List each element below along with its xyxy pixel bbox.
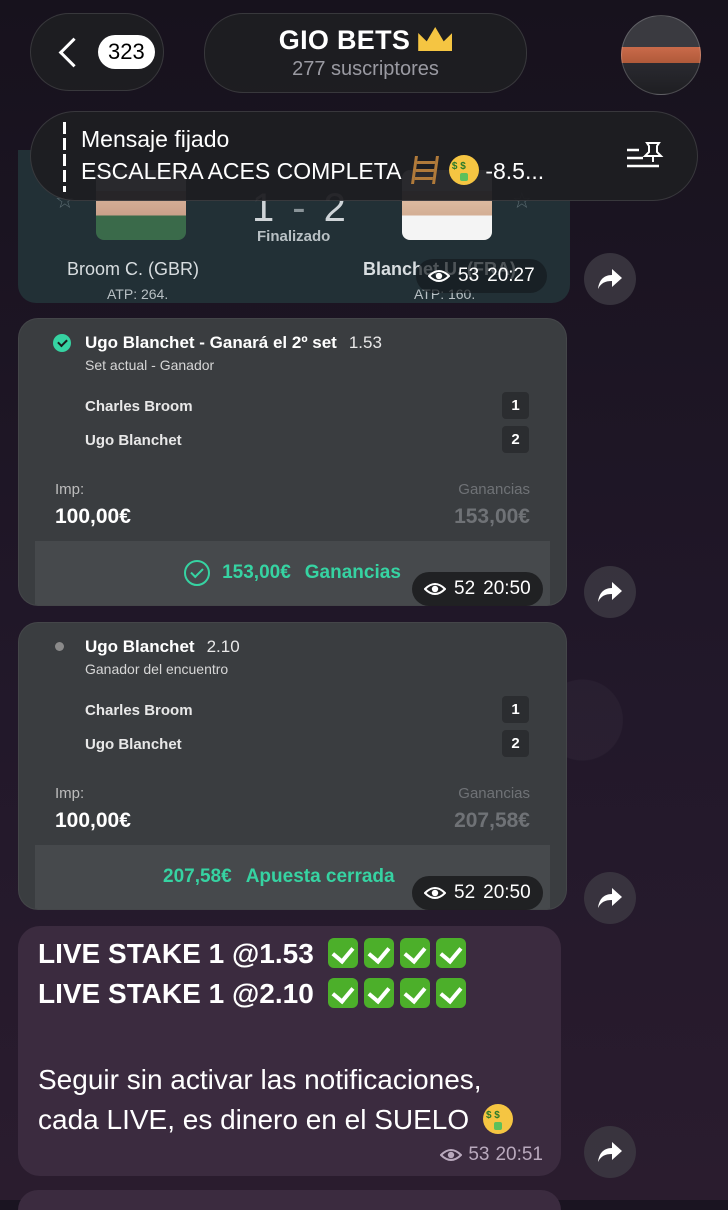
text-message-bubble[interactable]: LIVE STAKE 1 @1.53 LIVE STAKE 1 @2.10 Se… xyxy=(18,926,561,1176)
view-count: 52 xyxy=(454,578,476,599)
next-message-bubble[interactable] xyxy=(18,1190,561,1210)
winnings-label: Ganancias xyxy=(458,785,530,802)
bet-card-1[interactable]: Ugo Blanchet - Ganará el 2º set 1.53 Set … xyxy=(18,318,567,606)
view-count: 53 xyxy=(468,1144,490,1165)
eye-icon xyxy=(440,1149,463,1161)
player-row: Charles Broom xyxy=(85,702,193,719)
view-count: 53 xyxy=(458,265,480,286)
player-left-rank: ATP: 264. xyxy=(107,286,169,302)
check-mark-icon xyxy=(399,937,430,968)
check-mark-icon xyxy=(363,937,394,968)
back-button[interactable]: 323 xyxy=(30,13,164,91)
check-mark-icon xyxy=(327,977,358,1008)
message-meta: 52 20:50 xyxy=(412,572,543,606)
message-meta: 52 20:50 xyxy=(412,876,543,910)
message-line: cada LIVE, es dinero en el SUELO xyxy=(38,1103,513,1137)
bet-odds: 1.53 xyxy=(348,333,382,352)
stake-value: 100,00€ xyxy=(55,809,131,832)
message-time: 20:51 xyxy=(495,1144,543,1165)
bet-title: Ugo Blanchet - Ganará el 2º set xyxy=(85,333,337,352)
share-icon xyxy=(598,582,622,602)
footer-amount: 207,58€ xyxy=(163,866,232,887)
bet-market: Set actual - Ganador xyxy=(85,357,215,373)
view-count: 52 xyxy=(454,882,476,903)
player-row: Ugo Blanchet xyxy=(85,736,182,753)
check-mark-icon xyxy=(363,977,394,1008)
message-meta: 53 20:51 xyxy=(440,1144,543,1166)
check-mark-icon xyxy=(327,937,358,968)
eye-icon xyxy=(428,270,450,282)
message-meta: 53 20:27 xyxy=(416,259,547,293)
bet-header: Ugo Blanchet 2.10 xyxy=(85,637,240,657)
message-time: 20:27 xyxy=(487,265,535,286)
player-row: Ugo Blanchet xyxy=(85,432,182,449)
money-face-icon xyxy=(482,1103,513,1134)
player-number: 2 xyxy=(502,730,529,757)
crown-icon xyxy=(418,27,453,51)
subscriber-count: 277 suscriptores xyxy=(292,58,439,80)
share-button[interactable] xyxy=(584,253,636,305)
share-button[interactable] xyxy=(584,872,636,924)
bet-title: Ugo Blanchet xyxy=(85,637,195,656)
bet-card-2[interactable]: Ugo Blanchet 2.10 Ganador del encuentro C… xyxy=(18,622,567,910)
message-time: 20:50 xyxy=(483,578,531,599)
pinned-title: Mensaje fijado xyxy=(81,126,230,152)
match-status: Finalizado xyxy=(257,228,331,245)
player-number: 2 xyxy=(502,426,529,453)
winnings-label: Ganancias xyxy=(458,481,530,498)
eye-icon xyxy=(424,583,446,595)
message-line: LIVE STAKE 1 @1.53 xyxy=(38,937,466,971)
stake-value: 100,00€ xyxy=(55,505,131,528)
channel-header[interactable]: GIO BETS 277 suscriptores xyxy=(204,13,527,93)
player-row: Charles Broom xyxy=(85,398,193,415)
footer-amount: 153,00€ xyxy=(222,562,291,583)
check-mark-icon xyxy=(399,977,430,1008)
unread-badge: 323 xyxy=(98,35,155,69)
player-number: 1 xyxy=(502,696,529,723)
player-number: 1 xyxy=(502,392,529,419)
eye-icon xyxy=(424,887,446,899)
check-circle-icon xyxy=(184,560,211,586)
message-line: LIVE STAKE 1 @2.10 xyxy=(38,977,466,1011)
back-chevron-icon xyxy=(58,37,89,67)
message-line: Seguir sin activar las notificaciones, xyxy=(38,1064,482,1095)
share-button[interactable] xyxy=(584,566,636,618)
pinned-message-bar[interactable]: Mensaje fijado ESCALERA ACES COMPLETA -8… xyxy=(30,111,698,201)
check-mark-icon xyxy=(435,937,466,968)
pin-list-icon[interactable] xyxy=(625,140,665,174)
share-button[interactable] xyxy=(584,1126,636,1178)
won-check-icon xyxy=(53,334,71,352)
footer-label: Ganancias xyxy=(304,562,401,583)
share-icon xyxy=(598,1142,622,1162)
footer-label: Apuesta cerrada xyxy=(245,866,395,887)
share-icon xyxy=(598,888,622,908)
ladder-icon xyxy=(410,156,439,184)
share-icon xyxy=(598,269,622,289)
check-mark-icon xyxy=(435,977,466,1008)
channel-avatar[interactable] xyxy=(621,15,701,95)
money-face-icon xyxy=(448,155,479,185)
bet-market: Ganador del encuentro xyxy=(85,661,229,677)
winnings-value: 153,00€ xyxy=(454,505,530,528)
winnings-value: 207,58€ xyxy=(454,809,530,832)
stake-label: Imp: xyxy=(55,785,85,802)
stake-label: Imp: xyxy=(55,481,85,498)
pending-dot-icon xyxy=(55,642,64,651)
bet-header: Ugo Blanchet - Ganará el 2º set 1.53 xyxy=(85,333,382,353)
channel-title: GIO BETS xyxy=(279,25,453,56)
message-time: 20:50 xyxy=(483,882,531,903)
pinned-text: ESCALERA ACES COMPLETA -8.5... xyxy=(81,155,544,188)
pin-indicator xyxy=(63,122,66,192)
bet-odds: 2.10 xyxy=(206,637,240,656)
player-left-name: Broom C. (GBR) xyxy=(67,259,200,279)
